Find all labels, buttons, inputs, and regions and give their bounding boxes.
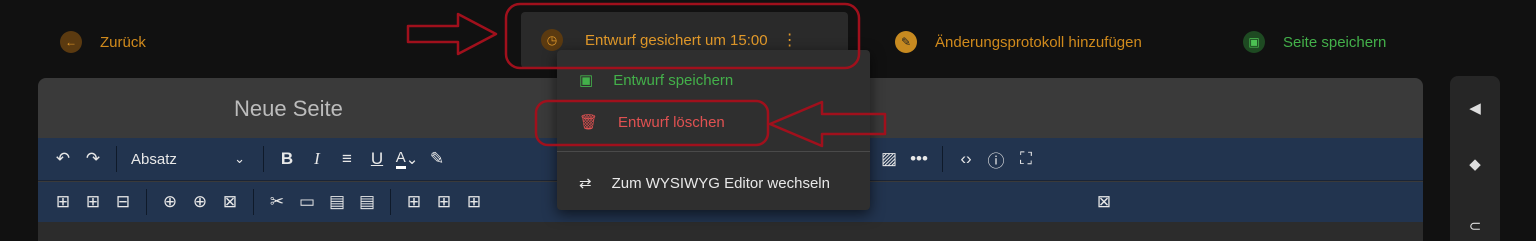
swap-icon: ⇄ [579,175,592,192]
more-vertical-icon[interactable]: ⋮ [782,30,798,50]
text-color-icon[interactable]: A ⌄ [392,144,422,174]
block-format-select[interactable]: Absatz ⌄ [125,151,255,168]
chevron-down-icon: ⌄ [234,151,245,166]
insert-row-before-icon[interactable]: ⊕ [155,187,185,217]
save-page-button[interactable]: ▣ Seite speichern [1243,28,1386,56]
code-icon[interactable]: ‹› [951,144,981,174]
bold-icon[interactable]: B [272,144,302,174]
underline-icon[interactable]: U [362,144,392,174]
highlight-icon[interactable]: ✎ [422,144,452,174]
table-cell-icon[interactable]: ⊟ [108,187,138,217]
right-sidebar: ◀ ◆ ⊂ [1450,76,1500,241]
italic-icon[interactable]: I [302,144,332,174]
trash-icon: 🗑︎ [579,114,599,131]
strikethrough-icon[interactable]: ≡ [332,144,362,174]
delete-row-icon[interactable]: ⊠ [215,187,245,217]
delete-table-icon[interactable]: ⊠ [1089,187,1119,217]
cut-row-icon[interactable]: ✂︎ [262,187,292,217]
menu-item-switch-editor[interactable]: ⇄ Zum WYSIWYG Editor wechseln [557,163,870,203]
paste-row-before-icon[interactable]: ▤ [322,187,352,217]
save-page-label: Seite speichern [1283,33,1387,51]
paste-row-after-icon[interactable]: ▤ [352,187,382,217]
back-label: Zurück [100,33,146,51]
undo-icon[interactable]: ↶ [48,144,78,174]
draft-status-label: Entwurf gesichert um 15:00 [585,31,768,49]
menu-divider [557,151,870,152]
changelog-label: Änderungsprotokoll hinzufügen [935,33,1142,51]
menu-item-label: Zum WYSIWYG Editor wechseln [611,174,830,192]
toolbar-divider [146,189,147,215]
tag-icon[interactable]: ◆ [1465,154,1485,174]
add-changelog-button[interactable]: ✎ Änderungsprotokoll hinzufügen [895,28,1142,56]
fullscreen-icon[interactable]: ⛶ [1011,144,1041,174]
table-properties-icon[interactable]: ⊞ [78,187,108,217]
toolbar-divider [390,189,391,215]
pencil-icon: ✎ [895,31,917,53]
menu-item-delete-draft[interactable]: 🗑︎ Entwurf löschen [557,102,870,142]
help-icon[interactable]: ⓘ [981,144,1011,174]
insert-column-after-icon[interactable]: ⊞ [429,187,459,217]
page-title-input[interactable]: Neue Seite [234,96,343,122]
image-icon[interactable]: ▨ [874,144,904,174]
floppy-icon: ▣ [1243,31,1265,53]
insert-row-after-icon[interactable]: ⊕ [185,187,215,217]
floppy-icon: ▣ [579,72,594,89]
table-icon[interactable]: ⊞ [48,187,78,217]
toolbar-divider [263,146,264,172]
toolbar-divider [116,146,117,172]
arrow-left-icon: ← [60,31,82,53]
back-button[interactable]: ← Zurück [60,28,146,56]
menu-item-save-draft[interactable]: ▣ Entwurf speichern [557,60,870,100]
copy-row-icon[interactable]: ▭ [292,187,322,217]
collapse-sidebar-icon[interactable]: ◀ [1465,98,1485,118]
clock-icon: ◷ [541,29,563,51]
more-icon[interactable]: ••• [904,144,934,174]
toolbar-divider [253,189,254,215]
delete-column-icon[interactable]: ⊞ [459,187,489,217]
paperclip-icon[interactable]: ⊂ [1465,216,1485,236]
toolbar-divider [942,146,943,172]
block-format-value: Absatz [131,150,177,168]
menu-item-label: Entwurf speichern [613,71,734,89]
editor-content-area[interactable] [38,222,1423,241]
draft-dropdown-menu: ▣ Entwurf speichern 🗑︎ Entwurf löschen ⇄… [557,50,870,210]
redo-icon[interactable]: ↷ [78,144,108,174]
insert-column-icon[interactable]: ⊞ [399,187,429,217]
menu-item-label: Entwurf löschen [618,113,725,131]
